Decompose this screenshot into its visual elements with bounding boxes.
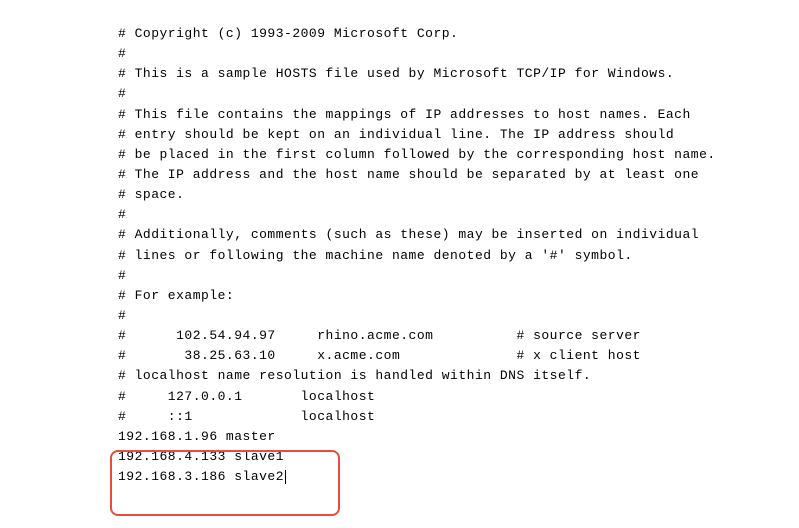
hosts-file-content: # Copyright (c) 1993-2009 Microsoft Corp… [118,24,799,487]
comment-line: # This is a sample HOSTS file used by Mi… [118,64,799,84]
example-line: # 38.25.63.10 x.acme.com # x client host [118,346,799,366]
localhost-line: # ::1 localhost [118,407,799,427]
comment-line: # space. [118,185,799,205]
text-cursor [285,470,286,484]
host-entry-slave1: 192.168.4.133 slave1 [118,447,799,467]
comment-line: # Additionally, comments (such as these)… [118,225,799,245]
comment-line: # Copyright (c) 1993-2009 Microsoft Corp… [118,24,799,44]
comment-line: # [118,84,799,104]
comment-line: # entry should be kept on an individual … [118,125,799,145]
comment-line: # [118,205,799,225]
comment-line: # be placed in the first column followed… [118,145,799,165]
comment-line: # [118,44,799,64]
comment-line: # [118,306,799,326]
host-entry-slave2: 192.168.3.186 slave2 [118,467,799,487]
comment-line: # lines or following the machine name de… [118,246,799,266]
example-line: # 102.54.94.97 rhino.acme.com # source s… [118,326,799,346]
host-entry-master: 192.168.1.96 master [118,427,799,447]
comment-line: # This file contains the mappings of IP … [118,105,799,125]
comment-line: # [118,266,799,286]
localhost-line: # 127.0.0.1 localhost [118,387,799,407]
comment-line: # localhost name resolution is handled w… [118,366,799,386]
comment-line: # The IP address and the host name shoul… [118,165,799,185]
comment-line: # For example: [118,286,799,306]
